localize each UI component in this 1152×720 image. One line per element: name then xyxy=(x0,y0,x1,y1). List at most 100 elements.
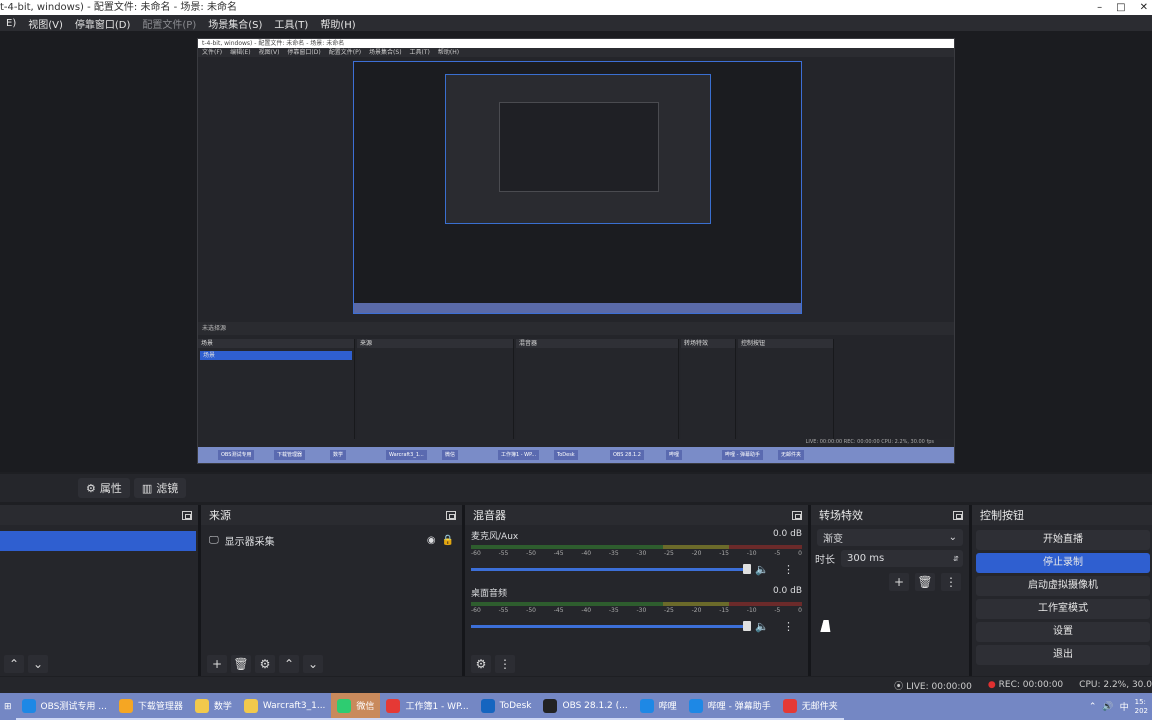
control-button-5[interactable]: 退出 xyxy=(976,645,1150,665)
volume-slider[interactable] xyxy=(471,621,752,631)
volume-slider[interactable] xyxy=(471,564,752,574)
nested-task-item: 工作簿1 - WP... xyxy=(498,450,540,460)
taskbar-item[interactable]: 哔哩 - 弹幕助手 xyxy=(682,693,777,720)
live-time: LIVE: 00:00:00 xyxy=(906,681,972,692)
fader-row: 🔈 ⋮ xyxy=(471,620,802,633)
source-item[interactable]: 🖵 显示器采集 ◉ 🔒 xyxy=(201,531,462,549)
taskbar-item[interactable]: 微信 xyxy=(331,693,381,720)
close-icon[interactable]: ✕ xyxy=(1140,0,1148,15)
move-up-button[interactable]: ⌃ xyxy=(4,655,24,673)
menu-item[interactable]: 工具(T) xyxy=(268,16,314,31)
tray-lang[interactable]: 中 xyxy=(1120,700,1129,713)
nested-source-strip: 未选择源 xyxy=(198,322,954,335)
transition-select[interactable]: 渐变 ⌄ xyxy=(817,529,963,546)
taskbar-item-label: 哔哩 xyxy=(658,702,677,712)
nested-menu-item: 场景集合(S) xyxy=(369,49,402,56)
undock-icon[interactable] xyxy=(446,510,456,520)
nested-task-item: 数学 xyxy=(330,450,347,460)
maximize-icon[interactable]: □ xyxy=(1116,0,1125,15)
minimize-icon[interactable]: – xyxy=(1097,0,1102,15)
nested-task-item: 下载管理器 xyxy=(274,450,306,460)
filters-label: 滤镜 xyxy=(156,482,179,495)
meter-tick: -10 xyxy=(746,607,757,614)
control-button-1[interactable]: 停止录制 xyxy=(976,553,1150,573)
source-settings-button[interactable]: ⚙ xyxy=(255,655,275,673)
nested-titlebar: t-4-bit, windows) - 配置文件: 未命名 - 场景: 未命名 xyxy=(198,39,954,48)
add-source-button[interactable]: + xyxy=(207,655,227,673)
meter-tick: -15 xyxy=(719,550,730,557)
move-up-button[interactable]: ⌃ xyxy=(279,655,299,673)
add-transition-button[interactable]: + xyxy=(889,573,909,591)
sources-dock: 来源 🖵 显示器采集 ◉ 🔒 + 🗑 ⚙ ⌃ ⌄ xyxy=(201,505,462,676)
menu-item[interactable]: 配置文件(P) xyxy=(136,16,202,31)
speaker-icon[interactable]: 🔈 xyxy=(755,620,769,633)
nested-obs-capture: t-4-bit, windows) - 配置文件: 未命名 - 场景: 未命名 … xyxy=(197,38,955,464)
taskbar-item[interactable]: OBS测试专用 ... xyxy=(15,693,113,720)
app-icon xyxy=(688,698,703,713)
undock-icon[interactable] xyxy=(792,510,802,520)
controls-dock: 控制按钮 开始直播 停止录制 启动虚拟摄像机 工作室模式 设置 退出 xyxy=(972,505,1152,676)
tray-chevron-icon[interactable]: ⌃ xyxy=(1089,702,1097,712)
lock-icon[interactable]: 🔒 xyxy=(442,535,454,546)
transition-menu-button[interactable]: ⋮ xyxy=(941,573,961,591)
volume-icon[interactable]: 🔊 xyxy=(1102,702,1113,712)
duration-row: 时长 300 ms ⇵ xyxy=(815,550,963,567)
control-button-2[interactable]: 启动虚拟摄像机 xyxy=(976,576,1150,596)
meter-tick: -45 xyxy=(553,607,564,614)
advanced-audio-button[interactable]: ⚙ xyxy=(471,655,491,673)
taskbar-item[interactable]: Warcraft3_1... xyxy=(237,693,332,720)
nested-menu-item: 文件(F) xyxy=(202,49,223,56)
volume-slider-handle[interactable] xyxy=(743,621,752,631)
filters-button[interactable]: ▥ 滤镜 xyxy=(133,478,187,498)
live-status: ⦿ LIVE: 00:00:00 xyxy=(894,679,972,692)
remove-transition-button[interactable]: 🗑 xyxy=(915,573,935,591)
remove-source-button[interactable]: 🗑 xyxy=(231,655,251,673)
move-down-button[interactable]: ⌄ xyxy=(303,655,323,673)
menu-item[interactable]: 停靠窗口(D) xyxy=(69,16,137,31)
meter-tick: -35 xyxy=(608,607,619,614)
properties-button[interactable]: ⚙ 属性 xyxy=(78,478,130,498)
mixer-menu-button[interactable]: ⋮ xyxy=(495,655,515,673)
move-down-button[interactable]: ⌄ xyxy=(28,655,48,673)
undock-icon[interactable] xyxy=(182,510,192,520)
app-icon xyxy=(543,698,558,713)
control-button-4[interactable]: 设置 xyxy=(976,622,1150,642)
menu-item[interactable]: 帮助(H) xyxy=(314,16,361,31)
menu-item[interactable]: 视图(V) xyxy=(22,16,69,31)
volume-slider-handle[interactable] xyxy=(743,564,752,574)
meter-tick: 0 xyxy=(798,550,802,557)
taskbar-item[interactable]: 无邮件夹 xyxy=(776,693,844,720)
taskbar-item[interactable]: OBS 28.1.2 (... xyxy=(537,693,634,720)
meter-tick: -40 xyxy=(581,550,592,557)
scenes-toolbar: ⌃ ⌄ xyxy=(0,652,198,676)
duration-input[interactable]: 300 ms ⇵ xyxy=(841,550,963,567)
mixer-channel: 麦克风/Aux 0.0 dB -60 -55 -50 -45 -40 -35 -30 -25 -20… xyxy=(465,525,808,576)
menu-item[interactable]: 场景集合(S) xyxy=(202,16,268,31)
clock[interactable]: 15: 202 xyxy=(1135,698,1148,716)
control-button-3[interactable]: 工作室模式 xyxy=(976,599,1150,619)
channel-menu-icon[interactable]: ⋮ xyxy=(775,620,802,633)
channel-menu-icon[interactable]: ⋮ xyxy=(775,563,802,576)
app-icon xyxy=(639,698,654,713)
taskbar-item[interactable]: 数学 xyxy=(188,693,238,720)
window-title: t-4-bit, windows) - 配置文件: 未命名 - 场景: 未命名 xyxy=(0,2,237,13)
app-icon xyxy=(337,698,352,713)
window-titlebar: t-4-bit, windows) - 配置文件: 未命名 - 场景: 未命名 … xyxy=(0,0,1152,15)
speaker-icon[interactable]: 🔈 xyxy=(755,563,769,576)
scene-item-selected[interactable] xyxy=(0,531,196,551)
undock-icon[interactable] xyxy=(953,510,963,520)
source-item-label: 显示器采集 xyxy=(224,536,275,548)
windows-start-icon[interactable]: ⊞ xyxy=(0,693,16,720)
status-bar: ⦿ LIVE: 00:00:00 ● REC: 00:00:00 CPU: 2.… xyxy=(0,677,1152,693)
control-button-0[interactable]: 开始直播 xyxy=(976,530,1150,550)
taskbar-item[interactable]: ToDesk xyxy=(474,693,538,720)
taskbar-item[interactable]: 工作簿1 - WP... xyxy=(380,693,475,720)
gear-icon: ⚙ xyxy=(86,481,96,495)
clock-date: 202 xyxy=(1134,706,1148,715)
taskbar-item[interactable]: 哔哩 xyxy=(633,693,683,720)
menu-item[interactable]: E) xyxy=(0,18,22,29)
volume-meter xyxy=(471,545,802,549)
taskbar-item[interactable]: 下载管理器 xyxy=(112,693,189,720)
eye-icon[interactable]: ◉ xyxy=(427,535,436,546)
meter-tick: -55 xyxy=(498,607,509,614)
